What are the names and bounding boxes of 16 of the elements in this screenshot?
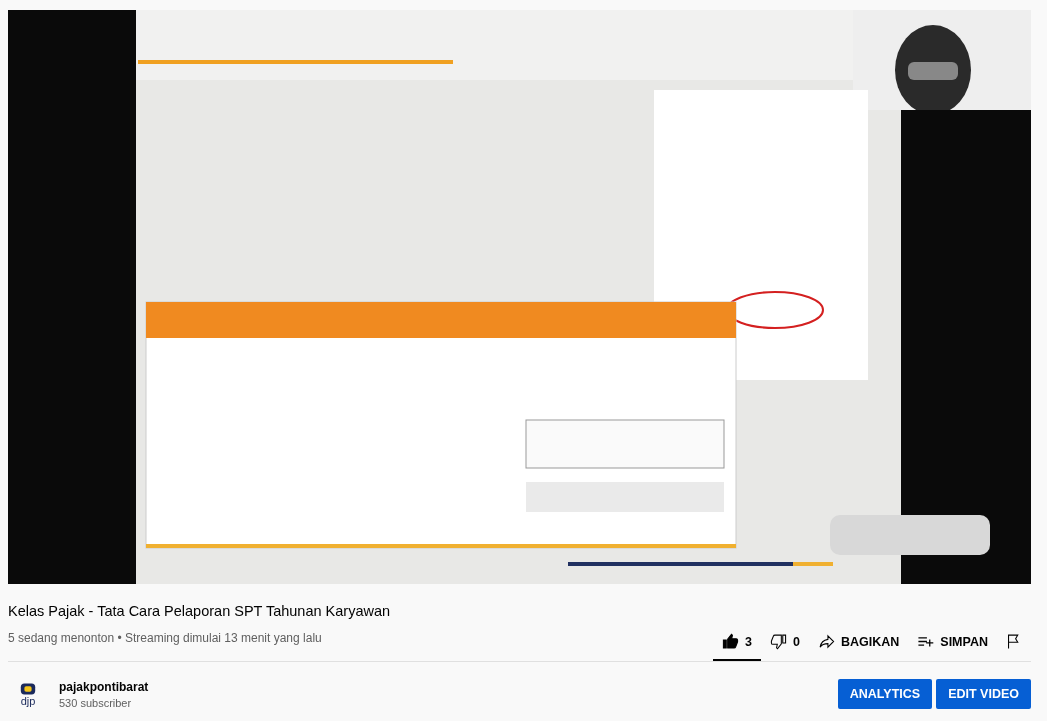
avatar-label: djp: [20, 695, 36, 707]
analytics-button[interactable]: ANALYTICS: [837, 679, 933, 709]
edit-video-button[interactable]: EDIT VIDEO: [936, 679, 1031, 709]
share-button[interactable]: BAGIKAN: [808, 625, 909, 661]
view-info: 5 sedang menonton • Streaming dimulai 13 menit yang lalu: [8, 631, 322, 645]
channel-avatar[interactable]: djp: [16, 681, 40, 707]
dislike-button[interactable]: 0: [761, 625, 809, 661]
video-title: Kelas Pajak - Tata Cara Pelaporan SPT Tahunan Karyawan: [8, 603, 392, 621]
thumbs-up-icon: [722, 633, 740, 650]
save-button[interactable]: SIMPAN: [908, 625, 997, 661]
flag-icon: [1005, 633, 1022, 650]
channel-name[interactable]: pajakpontibarat: [59, 679, 149, 694]
share-arrow-icon: [817, 633, 835, 650]
subscriber-count: 530 subscriber: [59, 696, 133, 709]
thumbs-down-icon: [770, 633, 787, 650]
logo-icon: [19, 681, 37, 696]
